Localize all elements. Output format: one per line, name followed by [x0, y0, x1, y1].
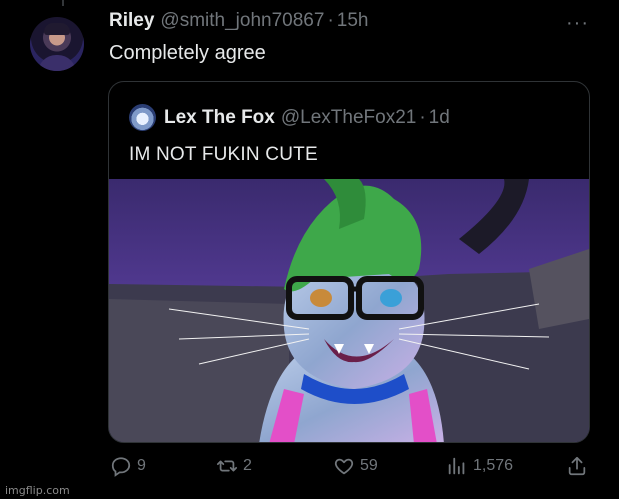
view-count: 1,576 [473, 457, 514, 474]
avatar[interactable] [30, 17, 84, 71]
retweet-button[interactable]: 2 [216, 455, 252, 477]
author-name[interactable]: Riley [109, 10, 154, 32]
like-button[interactable]: 59 [333, 455, 378, 477]
avatar-shirt [38, 55, 76, 71]
watermark: imgflip.com [5, 484, 70, 497]
tweet-actions: 9 2 59 1,576 [0, 455, 619, 481]
quoted-author-handle[interactable]: @LexTheFox21 [281, 107, 416, 129]
avatar-hair [44, 23, 70, 35]
reply-icon [111, 457, 131, 477]
more-horizontal-icon[interactable]: ··· [566, 12, 589, 35]
quoted-timestamp[interactable]: 1d [429, 107, 450, 129]
tweet-timestamp[interactable]: 15h [337, 10, 369, 32]
quoted-tweet-text: IM NOT FUKIN CUTE [129, 144, 318, 165]
quoted-avatar[interactable] [129, 104, 156, 131]
quoted-tweet-card[interactable]: Lex The Fox @LexTheFox21 · 1d IM NOT FUK… [108, 81, 590, 443]
quoted-header-separator: · [419, 106, 426, 128]
tweet-header: Riley @smith_john70867 · 15h [109, 10, 368, 36]
tweet-text: Completely agree [109, 42, 266, 64]
share-icon [568, 456, 586, 476]
share-button[interactable] [566, 455, 593, 477]
reply-button[interactable]: 9 [110, 455, 146, 477]
retweet-icon [216, 460, 238, 472]
header-separator: · [327, 10, 334, 31]
views-chart-icon [448, 457, 465, 475]
thread-connector-line [62, 0, 64, 6]
author-handle[interactable]: @smith_john70867 [160, 10, 324, 32]
reply-count: 9 [137, 457, 146, 474]
views-button[interactable]: 1,576 [446, 455, 513, 477]
quoted-media-image[interactable] [109, 179, 589, 443]
heart-icon [334, 458, 354, 475]
quoted-author-name[interactable]: Lex The Fox [164, 107, 275, 129]
quoted-tweet-header: Lex The Fox @LexTheFox21 · 1d [129, 104, 450, 131]
like-count: 59 [360, 457, 378, 474]
retweet-count: 2 [243, 457, 252, 474]
